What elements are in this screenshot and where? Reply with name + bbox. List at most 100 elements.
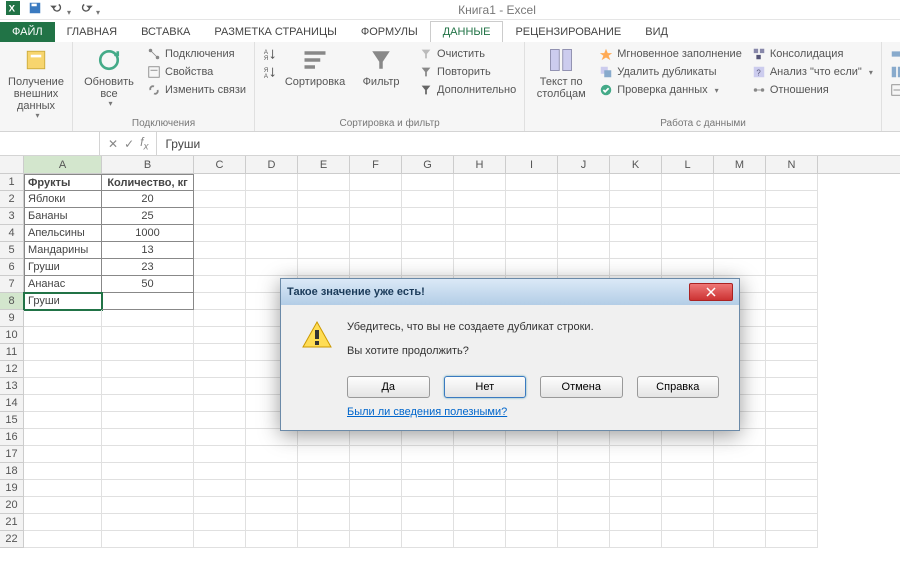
cell[interactable] bbox=[402, 191, 454, 208]
cell[interactable] bbox=[714, 446, 766, 463]
cell[interactable] bbox=[506, 429, 558, 446]
cell[interactable] bbox=[766, 514, 818, 531]
cell[interactable] bbox=[662, 514, 714, 531]
cell[interactable] bbox=[610, 463, 662, 480]
cell[interactable] bbox=[766, 259, 818, 276]
formula-input[interactable]: Груши bbox=[157, 137, 900, 151]
cell[interactable] bbox=[610, 446, 662, 463]
cell[interactable] bbox=[246, 191, 298, 208]
column-header[interactable]: A bbox=[24, 156, 102, 173]
name-box[interactable] bbox=[0, 132, 100, 155]
cell[interactable] bbox=[610, 531, 662, 548]
cell[interactable] bbox=[102, 293, 194, 310]
cell[interactable] bbox=[454, 174, 506, 191]
cell[interactable] bbox=[766, 208, 818, 225]
cell[interactable] bbox=[350, 429, 402, 446]
cell[interactable] bbox=[610, 259, 662, 276]
cell[interactable] bbox=[24, 412, 102, 429]
cell[interactable] bbox=[558, 191, 610, 208]
cell[interactable] bbox=[454, 191, 506, 208]
row-header[interactable]: 21 bbox=[0, 514, 24, 531]
cell[interactable] bbox=[246, 174, 298, 191]
no-button[interactable]: Нет bbox=[444, 376, 527, 398]
cell[interactable] bbox=[714, 514, 766, 531]
cell[interactable] bbox=[610, 514, 662, 531]
cell[interactable] bbox=[102, 412, 194, 429]
cell[interactable] bbox=[714, 259, 766, 276]
cell[interactable] bbox=[610, 497, 662, 514]
cell[interactable] bbox=[662, 497, 714, 514]
cell[interactable] bbox=[350, 259, 402, 276]
cell[interactable] bbox=[714, 242, 766, 259]
cell[interactable] bbox=[402, 208, 454, 225]
cell[interactable] bbox=[662, 174, 714, 191]
cell[interactable] bbox=[194, 344, 246, 361]
cell[interactable] bbox=[246, 463, 298, 480]
cell[interactable] bbox=[402, 242, 454, 259]
cell[interactable] bbox=[24, 463, 102, 480]
row-header[interactable]: 1 bbox=[0, 174, 24, 191]
cell[interactable] bbox=[662, 191, 714, 208]
cell[interactable] bbox=[402, 446, 454, 463]
column-header[interactable]: E bbox=[298, 156, 350, 173]
cell[interactable] bbox=[350, 191, 402, 208]
cell[interactable] bbox=[350, 531, 402, 548]
row-header[interactable]: 11 bbox=[0, 344, 24, 361]
cell[interactable] bbox=[102, 497, 194, 514]
cell[interactable] bbox=[402, 259, 454, 276]
row-header[interactable]: 12 bbox=[0, 361, 24, 378]
yes-button[interactable]: Да bbox=[347, 376, 430, 398]
cell[interactable] bbox=[766, 446, 818, 463]
cell[interactable] bbox=[714, 208, 766, 225]
cell[interactable] bbox=[194, 191, 246, 208]
cell[interactable] bbox=[662, 463, 714, 480]
cell[interactable] bbox=[610, 225, 662, 242]
row-header[interactable]: 20 bbox=[0, 497, 24, 514]
cell[interactable] bbox=[298, 191, 350, 208]
cell[interactable] bbox=[662, 225, 714, 242]
cell[interactable] bbox=[766, 242, 818, 259]
cell[interactable] bbox=[298, 208, 350, 225]
cell[interactable] bbox=[246, 514, 298, 531]
cell[interactable] bbox=[298, 531, 350, 548]
cell[interactable] bbox=[766, 276, 818, 293]
cell[interactable] bbox=[350, 497, 402, 514]
cell[interactable] bbox=[246, 242, 298, 259]
cell[interactable] bbox=[246, 446, 298, 463]
cell[interactable]: 50 bbox=[102, 276, 194, 293]
properties-button[interactable]: Свойства bbox=[145, 64, 248, 80]
cell[interactable] bbox=[102, 344, 194, 361]
connections-button[interactable]: Подключения bbox=[145, 46, 248, 62]
cell[interactable] bbox=[24, 344, 102, 361]
cell[interactable] bbox=[766, 327, 818, 344]
cell[interactable] bbox=[506, 446, 558, 463]
cell[interactable] bbox=[454, 446, 506, 463]
get-external-data-button[interactable]: Получение внешних данных bbox=[6, 46, 66, 121]
edit-links-button[interactable]: Изменить связи bbox=[145, 82, 248, 98]
tab-review[interactable]: РЕЦЕНЗИРОВАНИЕ bbox=[503, 22, 633, 42]
cell[interactable] bbox=[766, 378, 818, 395]
cell[interactable] bbox=[350, 480, 402, 497]
cell[interactable] bbox=[194, 361, 246, 378]
cell[interactable] bbox=[402, 463, 454, 480]
cell[interactable] bbox=[402, 225, 454, 242]
cell[interactable] bbox=[402, 514, 454, 531]
cell[interactable] bbox=[24, 429, 102, 446]
cell[interactable] bbox=[558, 480, 610, 497]
cell[interactable] bbox=[558, 497, 610, 514]
row-header[interactable]: 4 bbox=[0, 225, 24, 242]
cell[interactable] bbox=[102, 531, 194, 548]
cell[interactable] bbox=[766, 531, 818, 548]
cancel-formula-icon[interactable]: ✕ bbox=[108, 137, 118, 151]
cell[interactable] bbox=[454, 429, 506, 446]
tab-home[interactable]: ГЛАВНАЯ bbox=[55, 22, 129, 42]
cell[interactable] bbox=[246, 429, 298, 446]
cell[interactable] bbox=[454, 259, 506, 276]
cell[interactable] bbox=[24, 446, 102, 463]
cell[interactable] bbox=[558, 225, 610, 242]
cell[interactable] bbox=[506, 242, 558, 259]
cell[interactable] bbox=[766, 174, 818, 191]
cell[interactable] bbox=[558, 531, 610, 548]
cell[interactable] bbox=[610, 480, 662, 497]
select-all-corner[interactable] bbox=[0, 156, 24, 173]
